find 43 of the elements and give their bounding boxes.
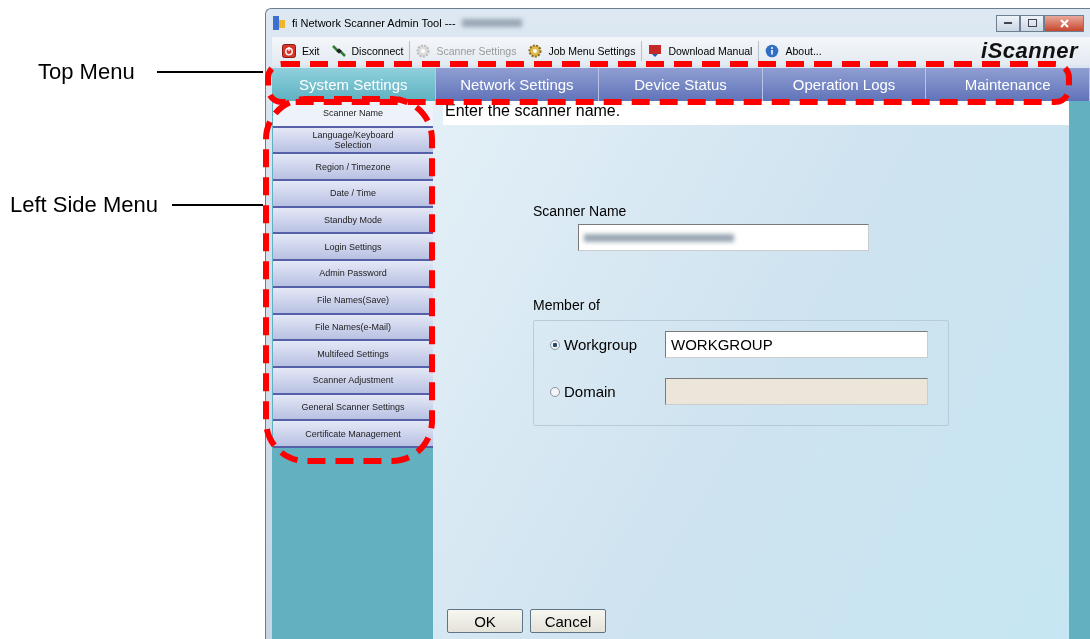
input-field[interactable]: WORKGROUP (665, 331, 928, 358)
toolbar-button[interactable]: Job Menu Settings (522, 44, 642, 58)
app-icon (272, 15, 286, 31)
maximize-button[interactable] (1020, 14, 1044, 32)
toolbar-button[interactable]: Exit (276, 44, 326, 58)
plug-icon (331, 44, 346, 58)
minimize-icon (1004, 21, 1012, 25)
callout-label: Left Side Menu (9, 192, 158, 218)
toolbar-button[interactable]: Download Manual (642, 44, 759, 58)
side-menu-item[interactable]: General Scanner Settings (273, 394, 433, 422)
side-menu-item[interactable]: Multifeed Settings (273, 341, 433, 368)
side-menu-item[interactable]: Scanner Adjustment (273, 367, 433, 395)
side-menu-item[interactable]: File Names(Save) (273, 287, 433, 315)
side-menu-item[interactable]: Date / Time (273, 181, 433, 208)
side-menu-item[interactable]: Login Settings (273, 234, 433, 262)
radio-button[interactable] (550, 339, 560, 350)
gear-icon (528, 44, 543, 58)
minimize-button[interactable] (996, 14, 1020, 32)
group-label: Member of (533, 297, 600, 313)
dialog-button[interactable]: OK (447, 609, 523, 633)
gear-icon (416, 44, 431, 58)
toolbar-button[interactable]: About... (759, 44, 828, 58)
side-menu-item[interactable]: File Names(e-Mail) (273, 314, 433, 342)
radio-label[interactable]: Workgroup (564, 336, 665, 353)
side-menu-item[interactable]: Standby Mode (273, 207, 433, 235)
close-button[interactable] (1044, 14, 1084, 32)
window-title: fi Network Scanner Admin Tool --- (292, 17, 456, 29)
side-menu-item[interactable]: Certificate Management (273, 421, 433, 448)
brand-logo: iScanner (981, 38, 1078, 64)
maximize-icon (1027, 19, 1037, 27)
blurred-text (461, 19, 522, 27)
power-icon (282, 44, 296, 58)
info-icon (765, 44, 780, 58)
side-menu-item[interactable]: Admin Password (273, 261, 433, 288)
field-label: Scanner Name (533, 203, 628, 219)
callout-label: Top Menu (37, 59, 135, 85)
toolbar-button[interactable]: Disconnect (325, 44, 410, 58)
close-icon (1059, 18, 1069, 28)
pdf-icon (648, 44, 663, 58)
side-menu-item[interactable]: Language/Keyboard Selection (273, 127, 433, 155)
scanner-name-field[interactable] (578, 224, 869, 251)
side-menu-item[interactable]: Region / Timezone (273, 154, 433, 182)
dialog-button[interactable]: Cancel (530, 609, 606, 633)
